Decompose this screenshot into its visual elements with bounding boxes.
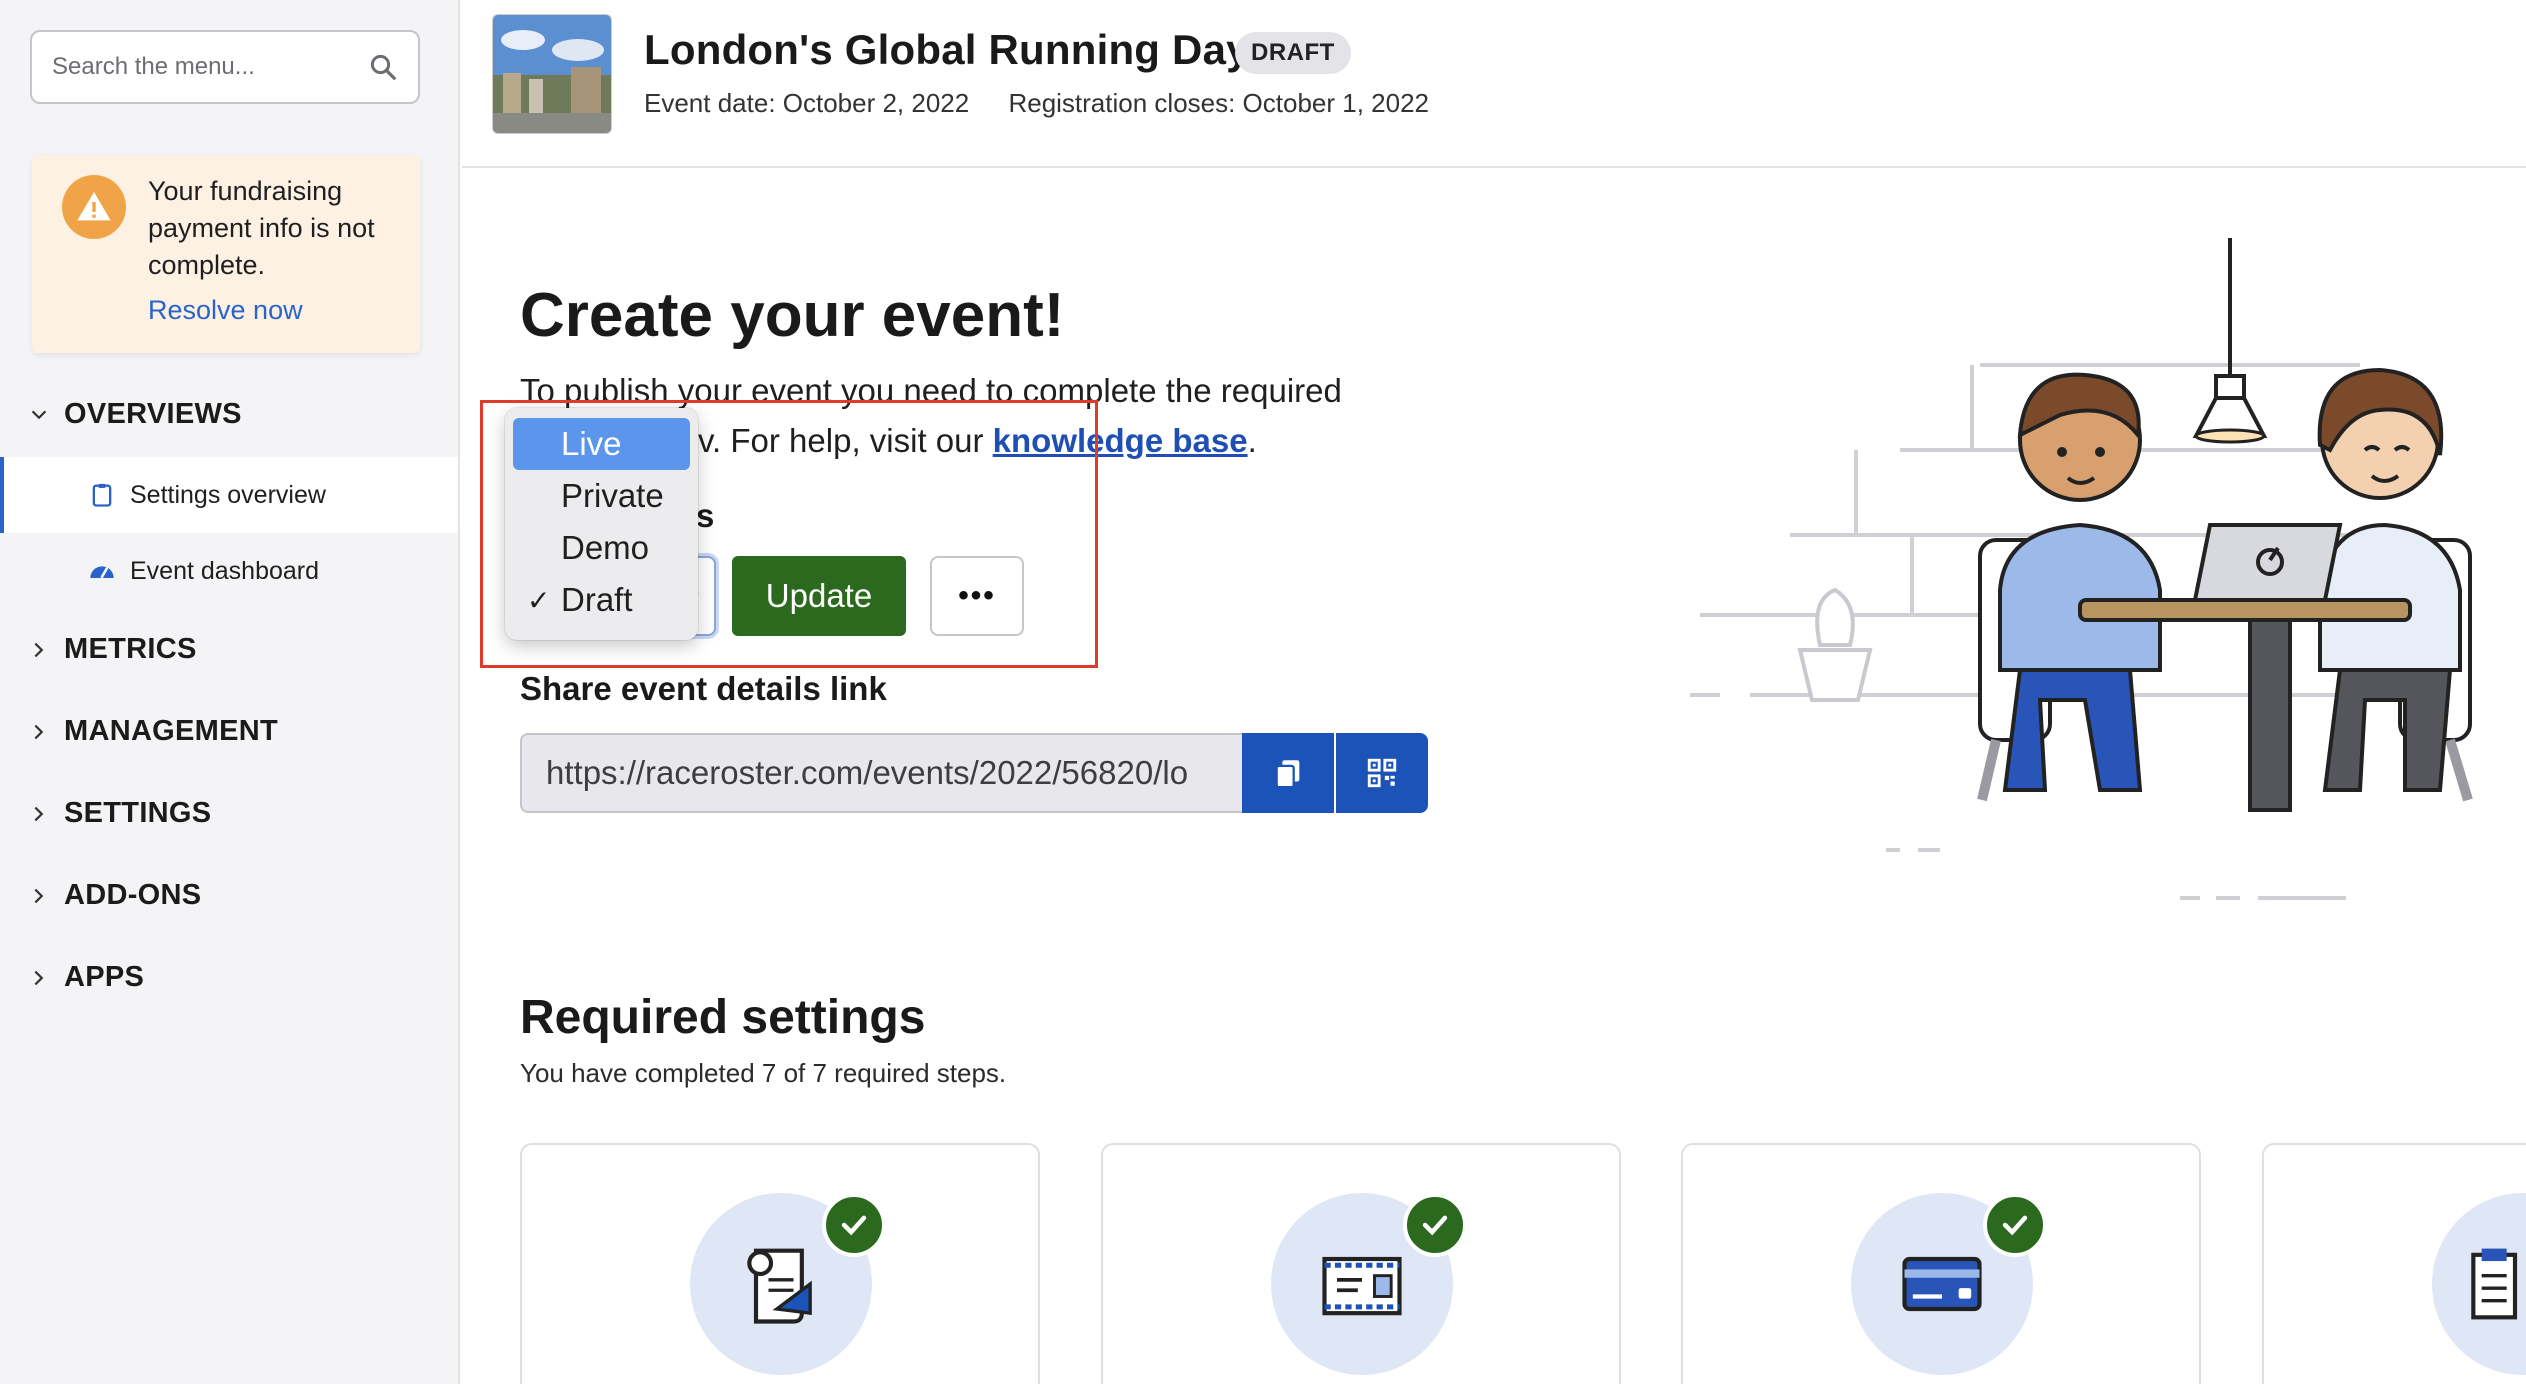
required-settings-title: Required settings: [520, 991, 926, 1044]
search-icon[interactable]: [368, 52, 398, 82]
required-step-card[interactable]: [1101, 1143, 1621, 1384]
nav-group-apps[interactable]: APPS: [28, 961, 144, 994]
page-title: Create your event!: [520, 281, 1065, 350]
chevron-down-icon: [31, 410, 47, 419]
people-at-table-illustration: [1690, 238, 2473, 900]
nav-group-label: APPS: [64, 961, 145, 993]
nav-group-overviews[interactable]: OVERVIEWS: [28, 398, 242, 431]
chevron-right-icon: [34, 642, 44, 657]
sidebar-item-label: Event dashboard: [130, 556, 320, 585]
more-options-button[interactable]: •••: [930, 556, 1024, 636]
resolve-now-link[interactable]: Resolve now: [148, 295, 303, 326]
option-label: Demo: [561, 529, 650, 566]
knowledge-base-link[interactable]: knowledge base: [993, 422, 1248, 459]
sidebar: Your fundraising payment info is not com…: [0, 0, 460, 1384]
status-dropdown-menu: Live Private Demo ✓ Draft: [505, 408, 698, 640]
required-step-card[interactable]: [1681, 1143, 2201, 1384]
status-option-draft[interactable]: ✓ Draft: [513, 574, 690, 626]
intro-line-2-end: .: [1247, 422, 1257, 459]
nav-group-label: SETTINGS: [64, 797, 212, 829]
event-date: Event date: October 2, 2022: [644, 88, 970, 118]
copy-link-button[interactable]: [1242, 733, 1334, 813]
required-step-card[interactable]: [2262, 1143, 2526, 1384]
update-button[interactable]: Update: [732, 556, 906, 636]
clipboard-checklist-icon: [2432, 1193, 2526, 1375]
nav-group-label: METRICS: [64, 633, 197, 665]
required-step-card[interactable]: [520, 1143, 1040, 1384]
alert-message: Your fundraising payment info is not com…: [148, 176, 375, 280]
copy-icon: [1275, 760, 1300, 789]
fundraising-alert: Your fundraising payment info is not com…: [32, 155, 420, 353]
chevron-right-icon: [34, 888, 44, 903]
checkmark-icon: [1983, 1193, 2047, 1257]
sidebar-item-event-dashboard[interactable]: Event dashboard: [0, 533, 458, 609]
chevron-right-icon: [34, 970, 44, 985]
checkmark-icon: [1403, 1193, 1467, 1257]
option-label: Live: [561, 425, 622, 462]
registration-closes: Registration closes: October 1, 2022: [1008, 88, 1430, 118]
chevron-right-icon: [34, 806, 44, 821]
status-option-demo[interactable]: Demo: [513, 522, 690, 574]
menu-search-box[interactable]: [30, 30, 420, 104]
nav-group-label: OVERVIEWS: [64, 398, 242, 430]
menu-search-input[interactable]: [52, 53, 368, 81]
qr-code-button[interactable]: [1336, 733, 1428, 813]
nav-group-management[interactable]: MANAGEMENT: [28, 715, 278, 748]
option-label: Private: [561, 477, 664, 514]
warning-icon: [62, 175, 126, 239]
status-option-live[interactable]: Live: [513, 418, 690, 470]
status-option-private[interactable]: Private: [513, 470, 690, 522]
sidebar-item-label: Settings overview: [130, 480, 326, 509]
sidebar-item-settings-overview[interactable]: Settings overview: [0, 457, 458, 533]
event-header: London's Global Running Day DRAFT Event …: [462, 0, 2526, 168]
option-label: Draft: [561, 581, 633, 618]
checkmark-icon: ✓: [527, 584, 551, 616]
checkmark-icon: [822, 1193, 886, 1257]
event-meta: Event date: October 2, 2022 Registration…: [644, 88, 1429, 119]
event-title: London's Global Running Day: [644, 26, 1250, 73]
nav-group-metrics[interactable]: METRICS: [28, 633, 197, 666]
chevron-right-icon: [34, 724, 44, 739]
status-label: s: [696, 497, 715, 534]
dashboard-gauge-icon: [90, 566, 114, 579]
clipboard-icon: [92, 483, 112, 507]
event-thumbnail: [492, 14, 612, 134]
qr-code-icon: [1367, 758, 1397, 788]
nav-group-label: ADD-ONS: [64, 879, 202, 911]
nav-group-label: MANAGEMENT: [64, 715, 279, 747]
intro-line-2-text: v. For help, visit our: [698, 422, 993, 459]
nav-group-settings[interactable]: SETTINGS: [28, 797, 211, 830]
required-settings-subtitle: You have completed 7 of 7 required steps…: [520, 1058, 1007, 1088]
share-link-input[interactable]: [520, 733, 1244, 813]
share-link-label: Share event details link: [520, 670, 887, 707]
nav-group-addons[interactable]: ADD-ONS: [28, 879, 201, 912]
status-badge: DRAFT: [1235, 32, 1351, 74]
